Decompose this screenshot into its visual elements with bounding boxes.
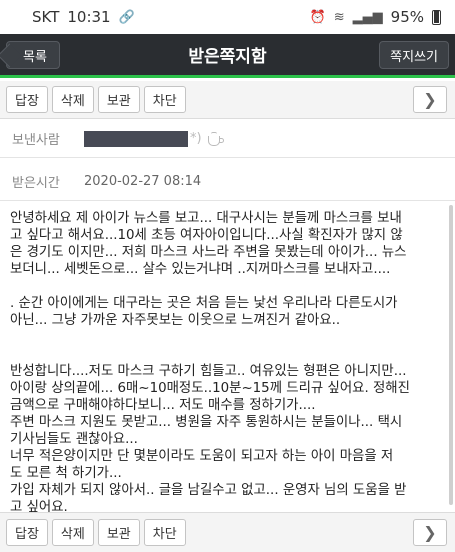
title-bar: 목록 받은쪽지함 쪽지쓰기 [0, 34, 455, 78]
store-button-bottom[interactable]: 보관 [97, 519, 140, 546]
battery-percent: 95% [390, 8, 424, 26]
back-to-list-button[interactable]: 목록 [6, 41, 60, 69]
signal-icon: ▂▄▆ [352, 9, 383, 25]
compose-button[interactable]: 쪽지쓰기 [379, 41, 449, 69]
carrier-label: SKT [32, 8, 60, 26]
message-line: 가입 자체가 되지 않아서.. 글을 남길수고 없고... 운영자 님의 도움을… [10, 483, 407, 498]
message-line: 보더니... 세벳돈으로... 살수 있는거냐며 ..지꺼마스크를 보내자고..… [10, 262, 391, 277]
reply-button[interactable]: 답장 [6, 86, 48, 113]
coffee-cup-icon[interactable] [207, 131, 226, 146]
store-button[interactable]: 보관 [97, 86, 140, 113]
message-line: 주변 마스크 지원도 못받고... 병원을 자주 통원하시는 분들이나... 택… [10, 415, 403, 430]
sender-label: 보낸사람 [12, 133, 60, 148]
message-line: 기사님들도 괜찮아요... [10, 432, 138, 447]
message-line: 아이랑 상의끝에... 6매~10매정도..10분~15께 드리규 싶어요. 정… [10, 381, 410, 396]
message-line: 고 싶다고 해서요...10세 초등 여자아이입니다...사실 확진자가 많지 … [10, 228, 403, 243]
message-line: 반성합니다....저도 마스크 구하기 힘들고.. 여유있는 형편은 아니지만.… [10, 364, 407, 379]
sender-row: 보낸사람 *) [0, 120, 455, 158]
toolbar-bottom: 답장 삭제 보관 차단 ❯ [0, 512, 455, 552]
sender-suffix: *) [190, 131, 202, 146]
message-line: 너무 적은양이지만 단 몇분이라도 도움이 되고자 하는 아이 마음을 저 [10, 449, 394, 464]
next-message-button[interactable]: ❯ [413, 86, 447, 113]
page-title: 받은쪽지함 [188, 47, 267, 67]
message-line: 도 모른 척 하기가... [10, 466, 122, 481]
toolbar-top: 답장 삭제 보관 차단 ❯ [0, 81, 455, 119]
message-line: 은 경기도 이지만... 저희 마스크 사느라 주변을 못봤는데 아이가... … [10, 245, 407, 260]
clock: 10:31 [67, 8, 111, 26]
chevron-right-icon: ❯ [423, 523, 437, 542]
wifi-icon: ≋ [333, 9, 345, 25]
link-icon: 🔗 [118, 9, 135, 25]
received-time-label: 받은시간 [12, 176, 60, 191]
message-line: 안녕하세요 제 아이가 뉴스를 보고... 대구사시는 분들께 마스크를 보내 [10, 211, 402, 226]
battery-icon [432, 9, 441, 25]
chevron-right-icon: ❯ [423, 90, 437, 109]
redacted-sender-name [84, 130, 188, 147]
status-bar: SKT 10:31 🔗 ⏰ ≋ ▂▄▆ 95% [0, 0, 455, 34]
message-line: 금액으로 구매해야하다보니... 저도 매수를 정하기가.... [10, 398, 316, 413]
back-label: 목록 [23, 49, 47, 65]
message-line: . 순간 아이에게는 대구라는 곳은 처음 듣는 낯선 우리나라 다른도시가 [10, 296, 398, 311]
delete-button-bottom[interactable]: 삭제 [51, 519, 94, 546]
message-line: 아닌... 그냥 가까운 자주못보는 이웃으로 느껴진거 같아요.. [10, 313, 341, 328]
reply-button-bottom[interactable]: 답장 [6, 519, 48, 546]
received-time-value: 2020-02-27 08:14 [84, 174, 202, 189]
received-time-row: 받은시간 2020-02-27 08:14 [0, 163, 455, 201]
next-message-button-bottom[interactable]: ❯ [413, 519, 447, 546]
delete-button[interactable]: 삭제 [51, 86, 94, 113]
block-button[interactable]: 차단 [143, 86, 186, 113]
alarm-icon: ⏰ [309, 9, 326, 25]
block-button-bottom[interactable]: 차단 [143, 519, 186, 546]
scrollbar[interactable] [449, 205, 453, 505]
message-body: 안녕하세요 제 아이가 뉴스를 보고... 대구사시는 분들께 마스크를 보내고… [10, 210, 442, 515]
